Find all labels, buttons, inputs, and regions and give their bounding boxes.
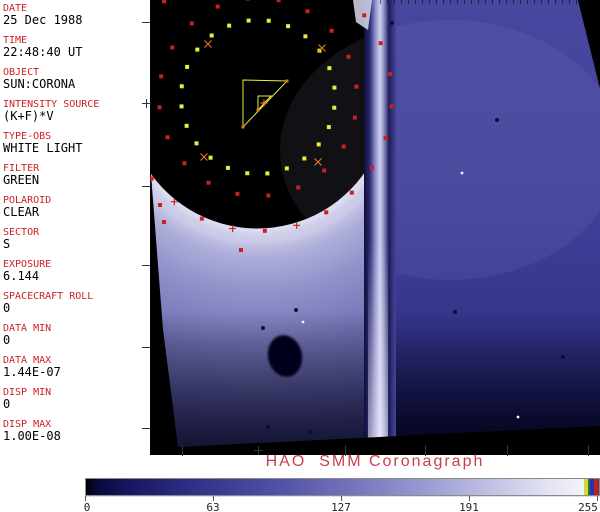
metadata-field-data-min: DATA MIN 0 (3, 323, 51, 347)
field-value: 0 (3, 301, 11, 315)
metadata-field-object: OBJECT SUN:CORONA (3, 67, 75, 91)
coronagraph-image-viewport[interactable] (150, 0, 600, 455)
metadata-field-data-max: DATA MAX 1.44E-07 (3, 355, 61, 379)
colorbar-tick-label: 127 (331, 501, 351, 512)
intensity-colorbar (85, 478, 600, 496)
metadata-field-type-obs: TYPE-OBS WHITE LIGHT (3, 131, 82, 155)
left-axis-tick (142, 265, 150, 266)
metadata-field-disp-min: DISP MIN 0 (3, 387, 51, 411)
field-value: S (3, 237, 11, 251)
metadata-field-polaroid: POLAROID CLEAR (3, 195, 51, 219)
left-axis-tick (142, 428, 150, 429)
metadata-field-time: TIME 22:48:40 UT (3, 35, 82, 59)
colorbar-tick-label: 63 (206, 501, 220, 512)
left-axis-tick (142, 22, 150, 23)
field-value: 25 Dec 1988 (3, 13, 83, 27)
metadata-field-exposure: EXPOSURE 6.144 (3, 259, 51, 283)
field-value: 1.00E-08 (3, 429, 61, 443)
field-value: 0 (3, 397, 11, 411)
left-axis-major-tick (146, 99, 147, 108)
colorbar-tick-label: 191 (459, 501, 479, 512)
field-value: WHITE LIGHT (3, 141, 83, 155)
field-value: CLEAR (3, 205, 40, 219)
field-label: SPACECRAFT ROLL (3, 291, 94, 302)
metadata-field-spacecraft-roll: SPACECRAFT ROLL 0 (3, 291, 93, 315)
field-value: 0 (3, 333, 11, 347)
metadata-field-intensity-source: INTENSITY SOURCE (K+F)*V (3, 99, 99, 123)
coronagraph-image[interactable] (150, 0, 600, 455)
field-value: GREEN (3, 173, 40, 187)
field-label: DATA MIN (3, 323, 52, 334)
field-value: SUN:CORONA (3, 77, 76, 91)
field-value: 6.144 (3, 269, 40, 283)
colorbar-gradient (86, 479, 599, 495)
colorbar-tick-label: 255 (578, 501, 598, 512)
metadata-sidebar: DATE 25 Dec 1988 TIME 22:48:40 UT OBJECT SUN:… (0, 0, 150, 455)
field-label: DISP MIN (3, 387, 52, 398)
colorbar-end-stripe (598, 479, 599, 495)
left-axis-tick (142, 347, 150, 348)
left-axis-tick (142, 186, 150, 187)
field-value: 22:48:40 UT (3, 45, 83, 59)
metadata-field-date: DATE 25 Dec 1988 (3, 3, 82, 27)
metadata-field-disp-max: DISP MAX 1.00E-08 (3, 419, 61, 443)
metadata-field-sector: SECTOR S (3, 227, 39, 251)
page-title: HAO SMM Coronagraph (265, 453, 485, 470)
coronagraph-display-window: DATE 25 Dec 1988 TIME 22:48:40 UT OBJECT SUN:… (0, 0, 600, 512)
metadata-field-filter: FILTER GREEN (3, 163, 39, 187)
field-value: 1.44E-07 (3, 365, 61, 379)
field-value: (K+F)*V (3, 109, 54, 123)
colorbar-tick-label: 0 (83, 501, 91, 512)
